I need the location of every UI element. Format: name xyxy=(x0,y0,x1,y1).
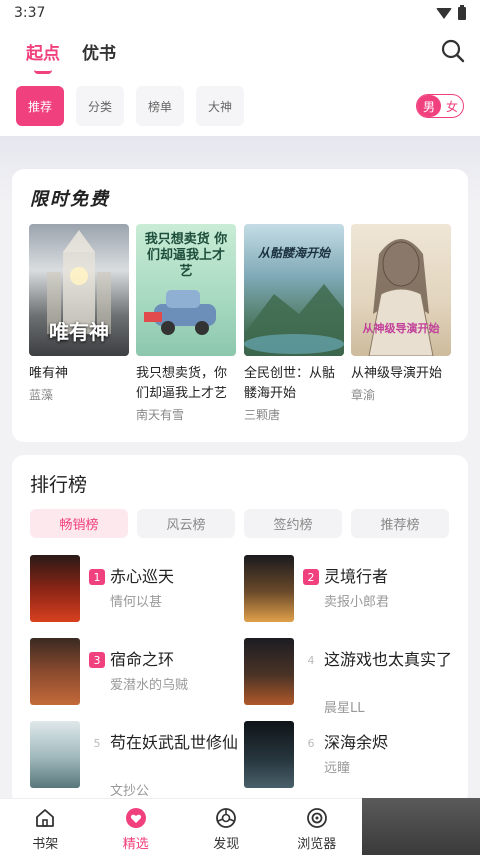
book-cover[interactable]: 从骷髅海开始 xyxy=(244,224,344,356)
rank-badge: 5 xyxy=(93,736,101,750)
rank-book-title: 灵境行者 xyxy=(324,567,389,586)
rank-book-author: 远瞳 xyxy=(324,761,351,776)
tab-trending[interactable]: 风云榜 xyxy=(137,509,235,538)
book-card[interactable]: 我只想卖货 你们却逼我上才艺 我只想卖货，你们却逼我上才艺 南天有雪 xyxy=(136,224,236,423)
battery-icon xyxy=(458,4,466,20)
wifi-icon xyxy=(436,7,452,19)
rank-badge: 1 xyxy=(89,569,105,585)
book-title: 从神级导演开始 xyxy=(351,366,443,381)
ranking-item[interactable]: 5 苟在妖武乱世修仙 文抄公 xyxy=(30,721,240,799)
heart-icon xyxy=(125,808,146,828)
status-bar: 3:37 xyxy=(0,0,480,26)
active-tab-indicator xyxy=(34,70,52,74)
book-title: 全民创世：从骷髅海开始 xyxy=(244,366,336,401)
tab-qidian[interactable]: 起点 xyxy=(26,39,60,74)
rank-cover[interactable] xyxy=(244,555,294,622)
ranking-item[interactable]: 1 赤心巡天 情何以甚 xyxy=(30,555,240,623)
bottom-nav: 书架 精选 发现 浏览器 xyxy=(0,798,362,855)
ranking-item[interactable]: 3 宿命之环 爱潜水的乌贼 xyxy=(30,638,240,706)
rank-book-author: 文抄公 xyxy=(110,784,150,799)
rank-book-author: 爱潜水的乌贼 xyxy=(110,678,189,693)
ranking-item[interactable]: 4 这游戏也太真实了 晨星LL xyxy=(244,638,454,716)
rank-cover[interactable] xyxy=(30,555,80,622)
house-icon xyxy=(36,809,55,827)
ranking-title: 排行榜 xyxy=(30,474,88,496)
tab-youshu-label: 优书 xyxy=(82,43,116,64)
category-classify[interactable]: 分类 xyxy=(76,86,124,126)
rank-book-author: 情何以甚 xyxy=(110,595,163,610)
nav-featured-label: 精选 xyxy=(122,837,149,852)
book-cover[interactable]: 从神级导演开始 xyxy=(351,224,451,356)
tab-recommended[interactable]: 推荐榜 xyxy=(351,509,449,538)
book-title: 唯有神 xyxy=(29,366,69,381)
status-time: 3:37 xyxy=(14,5,46,21)
background-artwork xyxy=(362,798,480,855)
nav-browser-label: 浏览器 xyxy=(297,837,337,852)
rank-book-title: 苟在妖武乱世修仙 xyxy=(110,733,239,752)
gender-female[interactable]: 女 xyxy=(441,98,463,115)
book-author: 蓝藻 xyxy=(29,388,54,402)
car-illustration xyxy=(144,290,216,335)
rank-book-author: 晨星LL xyxy=(324,701,365,716)
book-card[interactable]: 从骷髅海开始 全民创世：从骷髅海开始 三颗唐 xyxy=(244,224,344,423)
book-author: 三颗唐 xyxy=(244,408,281,422)
nav-featured[interactable]: 精选 xyxy=(91,799,182,855)
character-illustration xyxy=(368,239,434,356)
rank-cover[interactable] xyxy=(244,638,294,705)
book-cover[interactable]: 我只想卖货 你们却逼我上才艺 xyxy=(136,224,236,356)
book-card[interactable]: 唯有神 唯有神 蓝藻 xyxy=(29,224,129,403)
rank-book-title: 宿命之环 xyxy=(110,650,175,669)
ranking-tabs: 畅销榜 风云榜 签约榜 推荐榜 xyxy=(30,509,449,538)
rank-book-title: 深海余烬 xyxy=(324,733,389,752)
rank-badge: 2 xyxy=(303,569,319,585)
cover-title: 从神级导演开始 xyxy=(362,322,440,335)
nav-bookshelf[interactable]: 书架 xyxy=(0,799,91,855)
rank-book-author: 卖报小郎君 xyxy=(324,595,390,610)
book-title: 我只想卖货，你们却逼我上才艺 xyxy=(136,366,228,401)
gender-toggle[interactable]: 男 女 xyxy=(416,94,464,118)
top-nav: 起点 优书 xyxy=(0,26,480,76)
compass-icon xyxy=(216,808,237,828)
nav-discover[interactable]: 发现 xyxy=(181,799,272,855)
category-masters[interactable]: 大神 xyxy=(196,86,244,126)
island-illustration xyxy=(244,284,344,356)
search-icon[interactable] xyxy=(440,38,466,64)
gender-male[interactable]: 男 xyxy=(417,95,441,117)
category-recommend[interactable]: 推荐 xyxy=(16,86,64,126)
tab-qidian-label: 起点 xyxy=(26,43,60,64)
ranking-item[interactable]: 6 深海余烬 远瞳 xyxy=(244,721,454,789)
ranking-section: 排行榜 畅销榜 风云榜 签约榜 推荐榜 1 赤心巡天 情何以甚 2 灵境行者 卖… xyxy=(12,455,468,805)
category-bar: 推荐 分类 榜单 大神 男 女 xyxy=(0,76,480,136)
rank-cover[interactable] xyxy=(244,721,294,788)
free-section-title: 限时免费 xyxy=(30,189,110,210)
nav-browser[interactable]: 浏览器 xyxy=(272,799,363,855)
nav-bookshelf-label: 书架 xyxy=(32,837,59,852)
book-author: 章渝 xyxy=(351,388,376,402)
status-icons xyxy=(436,4,466,20)
free-section: 限时免费 唯有神 唯有神 蓝藻 我只想卖货 你们却逼我上才艺 我只想卖货，你们却… xyxy=(12,169,468,442)
rank-badge: 4 xyxy=(307,653,315,667)
rank-badge: 6 xyxy=(307,736,315,750)
rank-cover[interactable] xyxy=(30,638,80,705)
rank-book-title: 赤心巡天 xyxy=(110,567,175,586)
cover-title: 唯有神 xyxy=(49,320,109,344)
category-rankings[interactable]: 榜单 xyxy=(136,86,184,126)
nav-discover-label: 发现 xyxy=(213,837,240,852)
tab-signed[interactable]: 签约榜 xyxy=(244,509,342,538)
rank-badge: 3 xyxy=(89,652,105,668)
tab-youshu[interactable]: 优书 xyxy=(82,39,116,64)
browser-icon xyxy=(306,808,327,828)
rank-book-title: 这游戏也太真实了 xyxy=(324,650,453,669)
book-card[interactable]: 从神级导演开始 从神级导演开始 章渝 xyxy=(351,224,451,403)
book-author: 南天有雪 xyxy=(136,408,185,422)
book-cover[interactable]: 唯有神 xyxy=(29,224,129,356)
ranking-item[interactable]: 2 灵境行者 卖报小郎君 xyxy=(244,555,454,623)
rank-cover[interactable] xyxy=(30,721,80,788)
tab-bestseller[interactable]: 畅销榜 xyxy=(30,509,128,538)
